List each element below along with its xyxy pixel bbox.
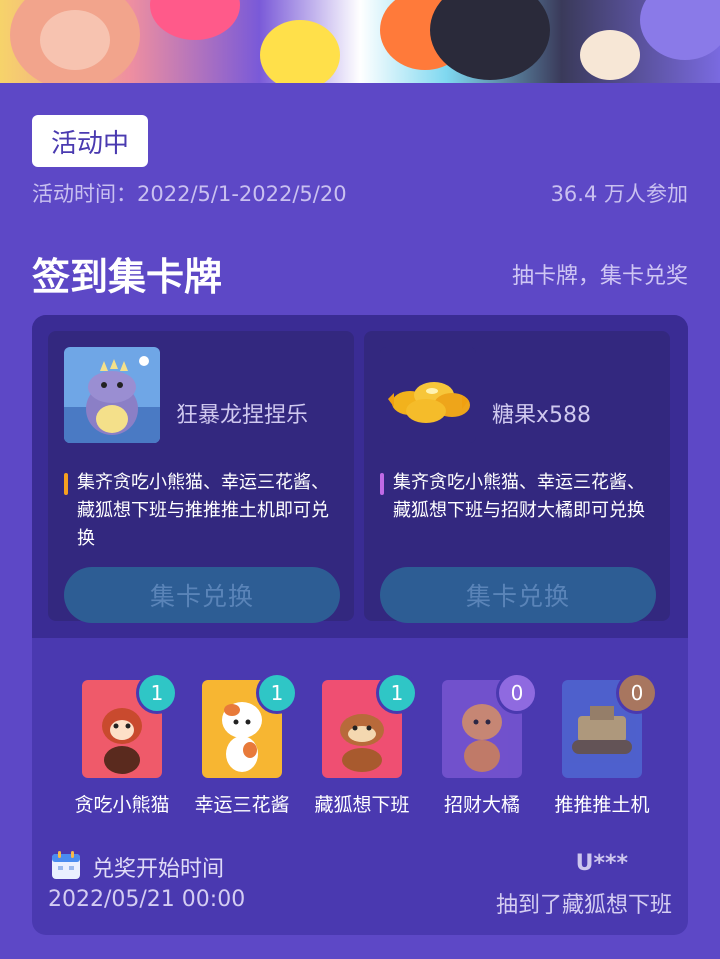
card-tibetan-fox[interactable]: 1 藏狐想下班 — [302, 672, 422, 817]
reward-description: 集齐贪吃小熊猫、幸运三花酱、藏狐想下班与招财大橘即可兑换 — [380, 469, 660, 525]
card-bulldozer[interactable]: 0 推推推土机 — [542, 672, 662, 817]
exchange-button[interactable]: 集卡兑换 — [64, 567, 340, 623]
card-red-panda[interactable]: 1 贪吃小熊猫 — [62, 672, 182, 817]
reward-description: 集齐贪吃小熊猫、幸运三花酱、藏狐想下班与推推推土机即可兑换 — [64, 469, 344, 553]
event-time: 活动时间：2022/5/1-2022/5/20 — [32, 182, 347, 206]
card-count-badge: 0 — [616, 672, 658, 714]
card-label: 推推推土机 — [554, 794, 650, 816]
collect-cards-panel: 狂暴龙捏捏乐 集齐贪吃小熊猫、幸运三花酱、藏狐想下班与推推推土机即可兑换 集卡兑… — [32, 315, 688, 935]
participant-count: 36.4 万人参加 — [550, 182, 688, 206]
card-count-badge: 0 — [496, 672, 538, 714]
redeem-start-label: 兑奖开始时间 — [92, 857, 225, 882]
rewards-area: 狂暴龙捏捏乐 集齐贪吃小熊猫、幸运三花酱、藏狐想下班与推推推土机即可兑换 集卡兑… — [32, 315, 688, 638]
card-calico-cat[interactable]: 1 幸运三花酱 — [182, 672, 302, 817]
winner-message: 抽到了藏狐想下班 — [495, 893, 672, 918]
reward-card-candy: 糖果x588 集齐贪吃小熊猫、幸运三花酱、藏狐想下班与招财大橘即可兑换 集卡兑换 — [364, 331, 670, 623]
candy-pile-icon — [380, 347, 476, 443]
card-lucky-orange-cat[interactable]: 0 招财大橘 — [422, 672, 542, 817]
card-count-badge: 1 — [376, 672, 418, 714]
card-label: 贪吃小熊猫 — [74, 794, 170, 816]
section-title: 签到集卡牌 — [32, 255, 223, 299]
event-banner — [0, 0, 720, 83]
card-count-badge: 1 — [256, 672, 298, 714]
card-count-badge: 1 — [136, 672, 178, 714]
section-subtitle: 抽卡牌，集卡兑奖 — [511, 264, 688, 289]
reward-name: 糖果x588 — [492, 403, 592, 428]
event-info-row: 活动时间：2022/5/1-2022/5/20 36.4 万人参加 — [32, 178, 688, 208]
winner-username: U*** — [575, 851, 628, 876]
card-label: 招财大橘 — [443, 794, 520, 816]
status-badge: 活动中 — [32, 115, 148, 167]
calendar-icon — [52, 851, 80, 879]
reward-card-dinosaur: 狂暴龙捏捏乐 集齐贪吃小熊猫、幸运三花酱、藏狐想下班与推推推土机即可兑换 集卡兑… — [48, 331, 354, 623]
redeem-start-time: 2022/05/21 00:00 — [48, 887, 246, 912]
dinosaur-toy-icon — [64, 347, 160, 443]
card-label: 幸运三花酱 — [194, 794, 290, 816]
reward-name: 狂暴龙捏捏乐 — [176, 403, 309, 428]
exchange-button[interactable]: 集卡兑换 — [380, 567, 656, 623]
card-label: 藏狐想下班 — [314, 794, 410, 816]
